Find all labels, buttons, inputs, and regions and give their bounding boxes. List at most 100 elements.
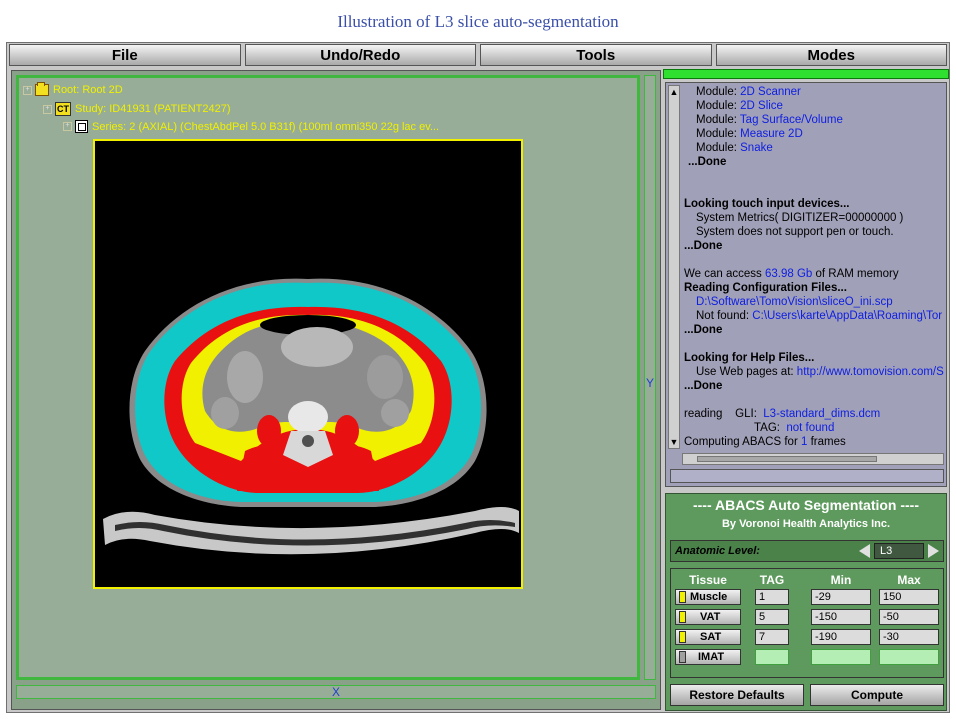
log-value: 63.98 Gb: [764, 268, 813, 280]
tissue-table: Tissue TAG Min Max Muscle 1 -29 150 VAT …: [670, 568, 944, 678]
menu-tools[interactable]: Tools: [480, 44, 712, 66]
color-swatch: [679, 651, 686, 663]
tree-study[interactable]: + CT Study: ID41931 (PATIENT2427): [43, 102, 231, 116]
tree-series[interactable]: + Series: 2 (AXIAL) (ChestAbdPel 5.0 B31…: [63, 120, 439, 133]
bowel-loop: [211, 397, 239, 429]
tissue-label: Muscle: [690, 591, 728, 603]
log-text: System Metrics( DIGITIZER=00000000 ): [696, 212, 904, 224]
min-field[interactable]: -190: [811, 629, 871, 645]
x-axis-bar[interactable]: X: [16, 685, 656, 699]
tag-field[interactable]: 7: [755, 629, 789, 645]
expand-icon[interactable]: +: [43, 104, 52, 114]
log-link: 2D Scanner: [740, 86, 801, 98]
scroll-down-icon[interactable]: ▼: [669, 436, 679, 448]
anatomic-level-value[interactable]: L3: [874, 543, 924, 559]
log-text: Module:: [696, 142, 737, 154]
horizontal-scrollbar[interactable]: [682, 453, 944, 465]
psoas-left: [257, 415, 281, 447]
min-field[interactable]: [811, 649, 871, 665]
log-text: GLI:: [735, 408, 757, 420]
log-header: Reading Configuration Files...: [684, 282, 847, 294]
log-link: Measure 2D: [740, 128, 803, 140]
tag-field[interactable]: 1: [755, 589, 789, 605]
figure-caption: Illustration of L3 slice auto-segmentati…: [337, 12, 619, 31]
stomach: [281, 327, 353, 367]
menu-modes[interactable]: Modes: [715, 44, 947, 66]
console-log: Module: 2D Scanner Module: 2D Slice Modu…: [684, 85, 946, 449]
tag-field[interactable]: [755, 649, 789, 665]
log-done: ...Done: [688, 156, 727, 168]
scroll-up-icon[interactable]: ▲: [669, 86, 679, 98]
log-done: ...Done: [684, 240, 723, 252]
log-path: C:\Users\karte\AppData\Roaming\Tor: [752, 310, 943, 322]
viewport[interactable]: + Root: Root 2D + CT Study: ID41931 (PAT…: [16, 75, 640, 680]
bowel-loop: [367, 355, 403, 399]
tissue-label: IMAT: [698, 651, 725, 663]
scroll-thumb[interactable]: [697, 456, 877, 462]
log-text: Use Web pages at:: [696, 366, 794, 378]
log-text: System does not support pen or touch.: [696, 226, 894, 238]
col-tissue: Tissue: [689, 573, 727, 587]
log-path: D:\Software\TomoVision\sliceO_ini.scp: [696, 296, 893, 308]
log-text: reading: [684, 408, 723, 420]
log-text: Module:: [696, 86, 737, 98]
tissue-label: VAT: [700, 611, 721, 623]
log-text: Module:: [696, 100, 737, 112]
command-input[interactable]: [670, 469, 944, 483]
arrow-left-icon[interactable]: [859, 544, 870, 558]
max-field[interactable]: -30: [879, 629, 939, 645]
tree-study-label: Study: ID41931 (PATIENT2427): [75, 103, 231, 115]
abacs-panel: ---- ABACS Auto Segmentation ---- By Vor…: [665, 493, 947, 711]
log-value: 1: [800, 436, 808, 448]
max-field[interactable]: [879, 649, 939, 665]
restore-defaults-button[interactable]: Restore Defaults: [670, 684, 804, 706]
y-axis-bar[interactable]: Y: [644, 75, 656, 680]
log-done: ...Done: [684, 380, 723, 392]
log-text: TAG:: [754, 422, 780, 434]
log-text: Not found:: [696, 310, 750, 322]
expand-icon[interactable]: +: [23, 85, 32, 95]
log-text: We can access: [684, 268, 762, 280]
ct-slice-image[interactable]: [93, 139, 523, 589]
menu-undo-redo[interactable]: Undo/Redo: [244, 44, 476, 66]
tree-series-label: Series: 2 (AXIAL) (ChestAbdPel 5.0 B31f)…: [92, 120, 440, 133]
log-text: Computing ABACS for: [684, 436, 798, 448]
arrow-right-icon[interactable]: [928, 544, 939, 558]
log-text: of RAM memory: [815, 268, 899, 280]
log-link[interactable]: http://www.tomovision.com/S: [797, 366, 944, 378]
log-header: Looking for Help Files...: [684, 352, 815, 364]
y-axis-label: Y: [645, 376, 654, 390]
compute-button[interactable]: Compute: [810, 684, 944, 706]
max-field[interactable]: 150: [879, 589, 939, 605]
tissue-label: SAT: [700, 631, 722, 643]
progress-bar: [663, 69, 949, 79]
menu-file[interactable]: File: [9, 44, 241, 66]
vertical-scrollbar[interactable]: ▲ ▼: [668, 85, 680, 449]
log-link: Tag Surface/Volume: [739, 114, 843, 126]
min-field[interactable]: -29: [811, 589, 871, 605]
x-axis-label: X: [331, 685, 340, 699]
console-panel: ▲ ▼ Module: 2D Scanner Module: 2D Slice …: [665, 82, 947, 487]
anatomic-level-row: Anatomic Level: L3: [670, 540, 944, 562]
col-min: Min: [830, 573, 852, 587]
tissue-imat-button[interactable]: IMAT: [675, 649, 741, 665]
anatomic-level-label: Anatomic Level:: [675, 545, 760, 557]
tissue-vat-button[interactable]: VAT: [675, 609, 741, 625]
application-window: File Undo/Redo Tools Modes + Root: Root …: [6, 42, 950, 713]
expand-icon[interactable]: +: [63, 122, 72, 131]
tissue-muscle-button[interactable]: Muscle: [675, 589, 741, 605]
log-link: 2D Slice: [740, 100, 783, 112]
abacs-title: ---- ABACS Auto Segmentation ----: [692, 497, 920, 513]
bowel-loop: [381, 399, 409, 427]
tree-root[interactable]: + Root: Root 2D: [23, 82, 123, 96]
log-link: Snake: [740, 142, 773, 154]
log-header: Looking touch input devices...: [684, 198, 850, 210]
min-field[interactable]: -150: [811, 609, 871, 625]
color-swatch: [679, 591, 686, 603]
abacs-subtitle: By Voronoi Health Analytics Inc.: [721, 518, 891, 530]
tag-field[interactable]: 5: [755, 609, 789, 625]
log-text: Module:: [696, 128, 737, 140]
max-field[interactable]: -50: [879, 609, 939, 625]
log-text: frames: [810, 436, 846, 448]
tissue-sat-button[interactable]: SAT: [675, 629, 741, 645]
